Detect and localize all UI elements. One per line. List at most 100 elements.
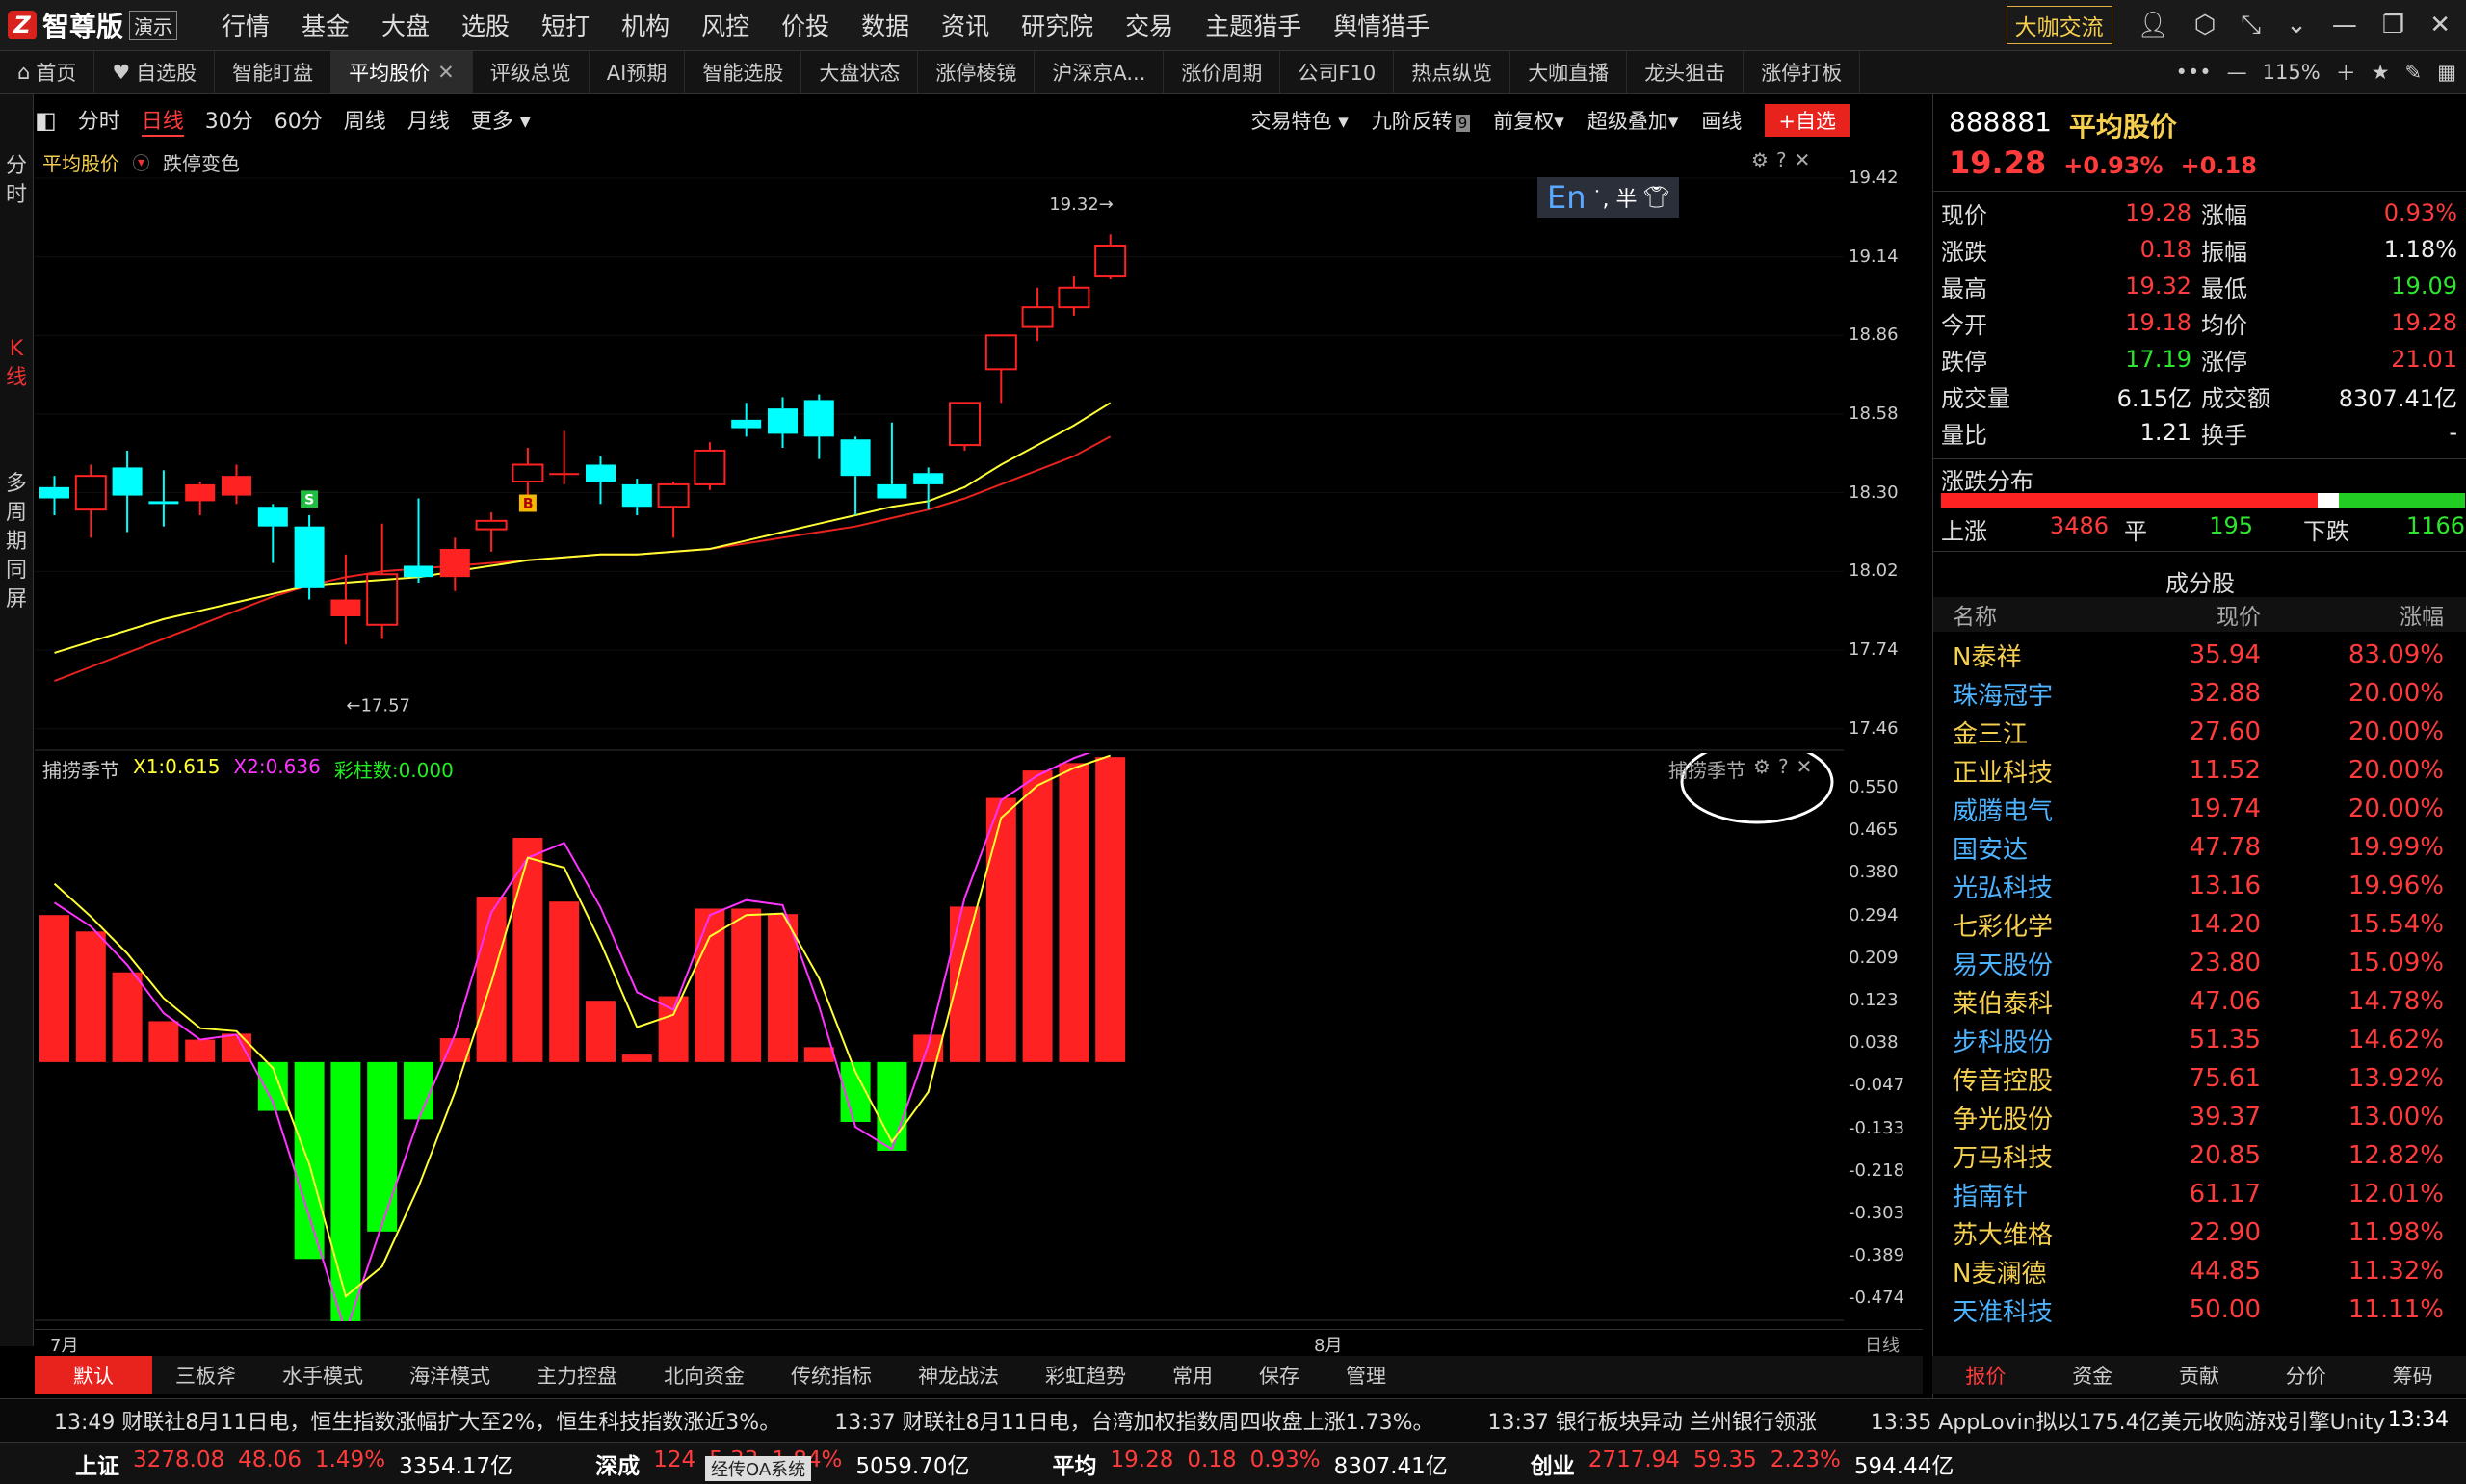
more-tabs-icon[interactable]: •••: [2176, 61, 2212, 84]
shrink-icon[interactable]: ⤡: [2241, 11, 2261, 40]
period-6[interactable]: 更多 ▾: [471, 104, 531, 137]
constituent-row[interactable]: 步科股份 51.35 14.62%: [1933, 1021, 2466, 1059]
menu-item-10[interactable]: 研究院: [1021, 8, 1093, 42]
view-fenshi[interactable]: 分时: [0, 152, 33, 210]
news-item[interactable]: 13:35 AppLovin拟以175.4亿美元收购游戏引擎Unity: [1871, 1405, 2386, 1436]
constituent-row[interactable]: 国安达 47.78 19.99%: [1933, 828, 2466, 867]
template-tab-3[interactable]: 海洋模式: [386, 1361, 513, 1390]
constituent-row[interactable]: 苏大维格 22.90 11.98%: [1933, 1213, 2466, 1252]
menu-item-5[interactable]: 机构: [621, 8, 669, 42]
template-tab-8[interactable]: 彩虹趋势: [1022, 1361, 1149, 1390]
grid-icon[interactable]: ▦: [2437, 61, 2456, 84]
right-tab-2[interactable]: 贡献: [2179, 1361, 2219, 1390]
zoom-out-icon[interactable]: —: [2227, 61, 2247, 84]
close-icon[interactable]: ✕: [2429, 11, 2451, 39]
menu-item-1[interactable]: 基金: [302, 8, 350, 42]
main-legend-dropdown-icon[interactable]: ▾: [133, 153, 150, 171]
menu-item-8[interactable]: 数据: [861, 8, 909, 42]
nine-reversal-menu[interactable]: 九阶反转 9: [1372, 106, 1471, 135]
indicator-chart[interactable]: [35, 753, 1844, 1321]
close-tab-icon[interactable]: ✕: [437, 61, 455, 84]
menu-item-0[interactable]: 行情: [222, 8, 270, 42]
zoom-in-icon[interactable]: ＋: [2336, 58, 2356, 87]
right-tab-3[interactable]: 分价: [2286, 1361, 2326, 1390]
template-tab-4[interactable]: 主力控盘: [513, 1361, 641, 1390]
col-pct[interactable]: 涨幅: [2261, 598, 2444, 631]
template-tab-1[interactable]: 三板斧: [152, 1361, 259, 1390]
right-tab-0[interactable]: 报价: [1965, 1361, 2006, 1390]
template-tab-9[interactable]: 常用: [1149, 1361, 1236, 1390]
limit-down-color-option[interactable]: 跌停变色: [163, 148, 240, 176]
tab-7[interactable]: 大盘状态: [801, 51, 919, 93]
sub-settings-icon[interactable]: ⚙: [1753, 755, 1771, 783]
news-item[interactable]: 13:49 财联社8月11日电，恒生指数涨幅扩大至2%，恒生科技指数涨近3%。: [54, 1405, 780, 1436]
tab-2[interactable]: 智能盯盘: [215, 51, 332, 93]
sub-indicator-name[interactable]: 捕捞季节: [42, 755, 119, 783]
tab-8[interactable]: 涨停棱镜: [918, 51, 1036, 93]
constituent-row[interactable]: N泰祥 35.94 83.09%: [1933, 636, 2466, 674]
candlestick-chart[interactable]: 19.32→ ←17.57 S B: [35, 144, 1844, 751]
constituent-row[interactable]: 正业科技 11.52 20.00%: [1933, 751, 2466, 790]
add-watchlist-button[interactable]: +自选: [1765, 104, 1850, 137]
pen-icon[interactable]: ✎: [2405, 61, 2423, 84]
menu-item-6[interactable]: 风控: [701, 8, 749, 42]
tab-12[interactable]: 热点纵览: [1394, 51, 1511, 93]
menu-item-3[interactable]: 选股: [461, 8, 510, 42]
period-0[interactable]: 分时: [78, 104, 120, 137]
view-multi-period[interactable]: 多周期同屏: [0, 470, 33, 614]
template-tab-11[interactable]: 管理: [1323, 1361, 1409, 1390]
candle[interactable]: [294, 515, 325, 600]
period-5[interactable]: 月线: [407, 104, 450, 137]
settings-hex-icon[interactable]: ⬡: [2194, 11, 2217, 39]
overlay-menu[interactable]: 超级叠加▾: [1587, 106, 1679, 135]
tab-1[interactable]: ♥ 自选股: [94, 51, 216, 93]
template-tab-6[interactable]: 传统指标: [768, 1361, 895, 1390]
tab-15[interactable]: 涨停打板: [1744, 51, 1861, 93]
tab-6[interactable]: 智能选股: [685, 51, 802, 93]
layout-toggle-icon[interactable]: ◧: [35, 107, 57, 134]
template-tab-2[interactable]: 水手模式: [259, 1361, 386, 1390]
constituent-row[interactable]: 光弘科技 13.16 19.96%: [1933, 867, 2466, 905]
sub-close-icon[interactable]: ✕: [1797, 755, 1813, 783]
constituent-row[interactable]: 珠海冠宇 32.88 20.00%: [1933, 674, 2466, 713]
tab-14[interactable]: 龙头狙击: [1627, 51, 1745, 93]
constituent-row[interactable]: 七彩化学 14.20 15.54%: [1933, 905, 2466, 944]
main-indicator-name[interactable]: 平均股价: [42, 148, 119, 176]
news-item[interactable]: 13:37 银行板块异动 兰州银行领涨: [1487, 1405, 1816, 1436]
tab-5[interactable]: AI预期: [590, 51, 686, 93]
star-icon[interactable]: ★: [2372, 61, 2390, 84]
constituent-row[interactable]: 争光股份 39.37 13.00%: [1933, 1098, 2466, 1136]
ime-toolbar[interactable]: En ˙, 半 👕︎: [1537, 177, 1680, 218]
draw-line-button[interactable]: 画线: [1701, 106, 1742, 135]
period-1[interactable]: 日线: [141, 104, 184, 137]
menu-item-2[interactable]: 大盘: [381, 8, 430, 42]
settings-icon[interactable]: ⚙: [1751, 148, 1769, 171]
tab-10[interactable]: 涨价周期: [1164, 51, 1281, 93]
tab-0[interactable]: ⌂ 首页: [0, 51, 95, 93]
tab-9[interactable]: 沪深京A...: [1035, 51, 1165, 93]
template-tab-10[interactable]: 保存: [1236, 1361, 1323, 1390]
menu-item-11[interactable]: 交易: [1125, 8, 1173, 42]
period-2[interactable]: 30分: [205, 104, 253, 137]
template-tab-7[interactable]: 神龙战法: [895, 1361, 1022, 1390]
period-4[interactable]: 周线: [344, 104, 386, 137]
tab-4[interactable]: 评级总览: [473, 51, 590, 93]
constituent-row[interactable]: 传音控股 75.61 13.92%: [1933, 1059, 2466, 1098]
constituent-row[interactable]: N麦澜德 44.85 11.32%: [1933, 1252, 2466, 1290]
user-icon[interactable]: 👤︎: [2138, 11, 2169, 39]
x-label-period[interactable]: 日线: [1865, 1332, 1900, 1357]
news-item[interactable]: 13:37 财联社8月11日电，台湾加权指数周四收盘上涨1.73%。: [834, 1405, 1433, 1436]
daka-exchange-button[interactable]: 大咖交流: [2006, 6, 2112, 44]
col-price[interactable]: 现价: [2126, 598, 2261, 631]
trade-feature-menu[interactable]: 交易特色 ▾: [1251, 106, 1349, 135]
menu-item-13[interactable]: 舆情猎手: [1333, 8, 1430, 42]
constituent-row[interactable]: 指南针 61.17 12.01%: [1933, 1175, 2466, 1213]
right-tab-1[interactable]: 资金: [2072, 1361, 2112, 1390]
constituent-row[interactable]: 金三江 27.60 20.00%: [1933, 713, 2466, 751]
template-tab-0[interactable]: 默认: [35, 1356, 152, 1394]
constituent-row[interactable]: 天准科技 50.00 11.11%: [1933, 1290, 2466, 1329]
menu-item-4[interactable]: 短打: [541, 8, 590, 42]
maximize-icon[interactable]: ❐: [2382, 11, 2404, 39]
constituent-row[interactable]: 莱伯泰科 47.06 14.78%: [1933, 982, 2466, 1021]
constituent-row[interactable]: 易天股份 23.80 15.09%: [1933, 944, 2466, 982]
